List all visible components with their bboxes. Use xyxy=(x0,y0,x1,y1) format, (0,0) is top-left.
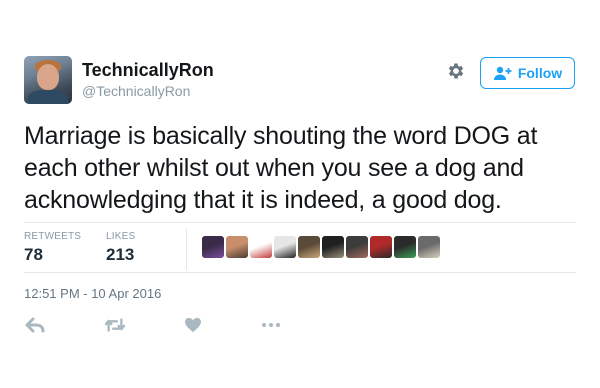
tweet-line: each other whilst out when you see a dog… xyxy=(24,154,524,182)
add-user-icon xyxy=(493,66,512,80)
liker-avatar[interactable] xyxy=(322,236,344,258)
tweet-timestamp[interactable]: 12:51 PM - 10 Apr 2016 xyxy=(24,286,161,301)
retweet-icon xyxy=(105,318,125,332)
tweet-line: acknowledging that it is indeed, a good … xyxy=(24,186,502,214)
liker-avatar[interactable] xyxy=(202,236,224,258)
retweet-button[interactable] xyxy=(104,316,126,334)
user-handle[interactable]: @TechnicallyRon xyxy=(82,83,190,99)
more-icon xyxy=(262,323,280,327)
likes-label: LIKES xyxy=(106,231,136,242)
likes-count[interactable]: 213 xyxy=(106,245,134,265)
follow-button[interactable]: Follow xyxy=(480,57,575,89)
stats-bottom-divider xyxy=(24,272,576,273)
profile-avatar[interactable] xyxy=(24,56,72,104)
stats-top-divider xyxy=(24,222,576,223)
like-button[interactable] xyxy=(182,316,204,334)
liker-avatar[interactable] xyxy=(418,236,440,258)
tweet-text: Marriage is basically shouting the word … xyxy=(24,120,584,216)
like-icon xyxy=(185,317,201,333)
avatar-face xyxy=(37,64,59,90)
retweets-count[interactable]: 78 xyxy=(24,245,43,265)
reply-icon xyxy=(25,317,45,333)
reply-button[interactable] xyxy=(24,316,46,334)
liker-avatar[interactable] xyxy=(346,236,368,258)
gear-icon[interactable] xyxy=(446,61,466,81)
display-name[interactable]: TechnicallyRon xyxy=(82,60,214,81)
liker-avatar[interactable] xyxy=(370,236,392,258)
liker-avatar[interactable] xyxy=(250,236,272,258)
liker-avatar[interactable] xyxy=(226,236,248,258)
liker-avatar[interactable] xyxy=(298,236,320,258)
follow-label: Follow xyxy=(517,65,563,81)
stats-separator xyxy=(186,228,187,270)
liker-avatar[interactable] xyxy=(274,236,296,258)
retweets-label: RETWEETS xyxy=(24,231,82,242)
avatar-shirt xyxy=(28,90,68,104)
more-button[interactable] xyxy=(260,316,282,334)
liker-avatar[interactable] xyxy=(394,236,416,258)
tweet-line: Marriage is basically shouting the word … xyxy=(24,122,538,150)
